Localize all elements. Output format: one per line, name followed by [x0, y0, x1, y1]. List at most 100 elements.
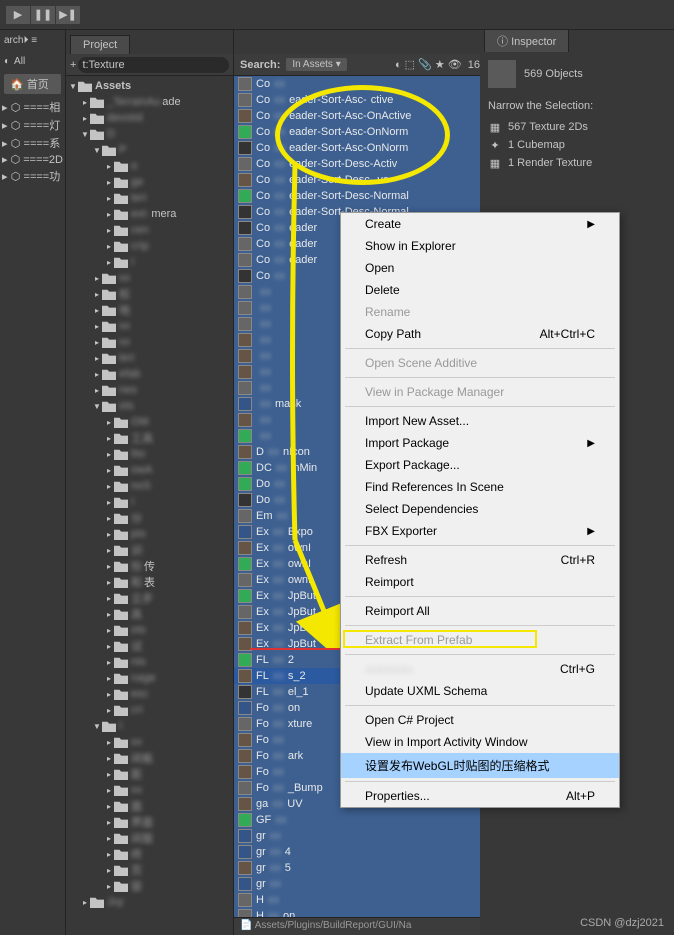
search-result-item[interactable]: Coxxeader-Sort-Asc-OnNorm — [234, 124, 480, 140]
tree-item[interactable]: ▸nes — [66, 382, 233, 398]
menu-item[interactable]: Delete — [341, 279, 619, 301]
play-button[interactable]: ▶ — [6, 6, 30, 24]
menu-item[interactable]: Export Package... — [341, 454, 619, 476]
menu-item[interactable]: xxxxxxxxCtrl+G — [341, 658, 619, 680]
tree-item[interactable]: ▸ext-mera — [66, 206, 233, 222]
tree-item[interactable]: ▸容 — [66, 878, 233, 894]
menu-item[interactable]: RefreshCtrl+R — [341, 549, 619, 571]
menu-item[interactable]: Properties...Alt+P — [341, 785, 619, 807]
tree-item[interactable]: ▸xx — [66, 782, 233, 798]
menu-item[interactable]: Open C# Project — [341, 709, 619, 731]
tree-item[interactable]: ▸ots — [66, 622, 233, 638]
menu-item[interactable]: 设置发布WebGL时贴图的压缩格式 — [341, 753, 619, 778]
tree-item[interactable]: ▸cen — [66, 222, 233, 238]
tree-item[interactable]: ▸crip — [66, 238, 233, 254]
inspector-tab[interactable]: ⓘ Inspector — [484, 29, 569, 52]
tree-item[interactable]: ▸cri — [66, 702, 233, 718]
search-result-item[interactable]: Coxxeader-Sort-Asc-OnActive — [234, 108, 480, 124]
tree-item[interactable]: ▸owA — [66, 462, 233, 478]
narrow-item[interactable]: ▦567 Texture 2Ds — [488, 118, 666, 136]
pause-button[interactable]: ❚❚ — [31, 6, 55, 24]
project-search-input[interactable] — [78, 57, 229, 73]
hierarchy-item[interactable]: ▸⬡====系 — [0, 134, 65, 152]
tree-item[interactable]: ▸o — [66, 158, 233, 174]
tree-item[interactable]: ▸nage — [66, 670, 233, 686]
tree-item[interactable]: ▸终 — [66, 846, 233, 862]
tree-item[interactable]: ▸ge — [66, 174, 233, 190]
tree-item[interactable]: ▸teri — [66, 350, 233, 366]
menu-item[interactable]: Import New Asset... — [341, 410, 619, 432]
hierarchy-item[interactable]: ▸⬡====功 — [0, 167, 65, 185]
search-result-item[interactable]: Coxxeader-Sort-Desc-Activ — [234, 156, 480, 172]
tree-item[interactable]: ▸I — [66, 254, 233, 270]
tree-item[interactable]: ▸份传 — [66, 558, 233, 574]
search-result-item[interactable]: grxx5 — [234, 860, 480, 876]
menu-item[interactable]: Copy PathAlt+Ctrl+C — [341, 323, 619, 345]
menu-item[interactable]: Create▶ — [341, 213, 619, 235]
menu-item[interactable]: Find References In Scene — [341, 476, 619, 498]
tree-item[interactable]: ▸xx — [66, 318, 233, 334]
narrow-item[interactable]: ✦1 Cubemap — [488, 136, 666, 154]
tree-item[interactable]: ▸间板 — [66, 750, 233, 766]
project-tab[interactable]: Project — [70, 35, 130, 54]
search-result-item[interactable]: Coxxeader-Sort-Asc-ctive — [234, 92, 480, 108]
menu-item[interactable]: Import Package▶ — [341, 432, 619, 454]
tree-item[interactable]: ▸lito — [66, 446, 233, 462]
search-result-item[interactable]: grxx — [234, 876, 480, 892]
assets-root[interactable]: ▼Assets — [66, 78, 233, 94]
search-result-item[interactable]: grxx4 — [234, 844, 480, 860]
search-result-item[interactable]: Coxxeader-Sort-Asc-OnNorm — [234, 140, 480, 156]
search-result-item[interactable]: Coxxeader-Sort-Desc-ve — [234, 172, 480, 188]
tree-item[interactable]: ▸分 — [66, 510, 233, 526]
search-scope-dropdown[interactable]: In Assets ▾ — [286, 58, 346, 71]
tree-item[interactable]: ▸xx — [66, 734, 233, 750]
tree-item[interactable]: ▸间版 — [66, 830, 233, 846]
search-result-item[interactable]: Hxxon — [234, 908, 480, 917]
tree-item[interactable]: ▸I — [66, 494, 233, 510]
search-result-item[interactable]: Coxxeader-Sort-Desc-Normal — [234, 188, 480, 204]
tree-item[interactable]: ▸pts — [66, 526, 233, 542]
tree-item[interactable]: ▸Jxy — [66, 894, 233, 910]
menu-item[interactable]: Open — [341, 257, 619, 279]
menu-item[interactable]: FBX Exporter▶ — [341, 520, 619, 542]
tree-item[interactable]: ▸devotid — [66, 110, 233, 126]
search-result-item[interactable]: Coxx — [234, 76, 480, 92]
tree-item[interactable]: ▸页 — [66, 862, 233, 878]
tree-item[interactable]: ▸面 — [66, 798, 233, 814]
search-result-item[interactable]: GFxx — [234, 812, 480, 828]
tree-item[interactable]: ▸距 — [66, 766, 233, 782]
hierarchy-item[interactable]: ▸⬡====2D — [0, 152, 65, 167]
tree-item[interactable]: ▸teri — [66, 190, 233, 206]
narrow-item[interactable]: ▦1 Render Texture — [488, 154, 666, 172]
tree-item[interactable]: ▸工具 — [66, 430, 233, 446]
hierarchy-item[interactable]: ▸⬡====相 — [0, 98, 65, 116]
tree-item[interactable]: ▸OM — [66, 414, 233, 430]
tree-item[interactable]: ▸试 — [66, 638, 233, 654]
tree-item[interactable]: ▸和表 — [66, 574, 233, 590]
tree-item[interactable]: ▸具 — [66, 606, 233, 622]
menu-item[interactable]: Reimport — [341, 571, 619, 593]
hierarchy-item[interactable]: ▸⬡====灯 — [0, 116, 65, 134]
tree-item[interactable]: ▼P — [66, 142, 233, 158]
tree-item[interactable]: ▼ots — [66, 398, 233, 414]
tree-item[interactable]: ▸xx — [66, 334, 233, 350]
step-button[interactable]: ▶❚ — [56, 6, 80, 24]
tree-item[interactable]: ▸权 — [66, 286, 233, 302]
menu-item[interactable]: Update UXML Schema — [341, 680, 619, 702]
search-result-item[interactable]: grxx — [234, 828, 480, 844]
menu-item[interactable]: Show in Explorer — [341, 235, 619, 257]
menu-item[interactable]: Select Dependencies — [341, 498, 619, 520]
tree-item[interactable]: ▸地 — [66, 302, 233, 318]
search-result-item[interactable]: Hxx — [234, 892, 480, 908]
tree-item[interactable]: ▸界面 — [66, 814, 233, 830]
tree-item[interactable]: ▸nts — [66, 654, 233, 670]
tree-item[interactable]: ▸_TerrainAuade — [66, 94, 233, 110]
tree-item[interactable]: ▸esc — [66, 686, 233, 702]
tree-item[interactable]: ▸efab — [66, 366, 233, 382]
tree-item[interactable]: ▸xx — [66, 270, 233, 286]
tree-item[interactable]: ▼D — [66, 126, 233, 142]
add-button[interactable]: + — [70, 59, 76, 71]
home-tab[interactable]: 🏠 首页 — [4, 74, 61, 94]
tree-item[interactable]: ▼I — [66, 718, 233, 734]
tree-item[interactable]: ▸noS — [66, 478, 233, 494]
